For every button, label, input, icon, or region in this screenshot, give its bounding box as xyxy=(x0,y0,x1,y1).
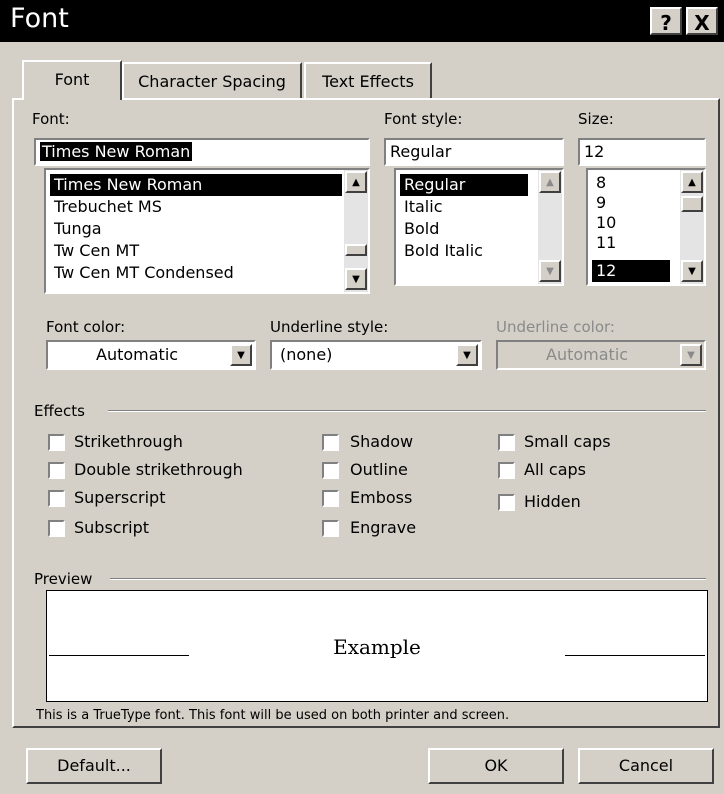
subscript-label[interactable]: Subscript xyxy=(74,518,149,537)
chevron-down-icon[interactable]: ▼ xyxy=(230,344,252,366)
size-input[interactable]: 12 xyxy=(578,138,706,166)
subscript-checkbox[interactable] xyxy=(48,520,65,537)
size-list-item[interactable]: 9 xyxy=(592,192,610,214)
font-style-input-value: Regular xyxy=(390,142,452,161)
scroll-thumb[interactable] xyxy=(345,244,367,256)
ok-button[interactable]: OK xyxy=(428,748,564,784)
font-dialog: Font ? X Font Character Spacing Text Eff… xyxy=(0,0,724,794)
double-strikethrough-checkbox[interactable] xyxy=(48,462,65,479)
effects-group-label: Effects xyxy=(34,402,85,420)
font-list-item[interactable]: Tw Cen MT xyxy=(50,240,143,262)
scroll-up-icon[interactable]: ▲ xyxy=(345,171,367,193)
font-color-select[interactable]: Automatic ▼ xyxy=(46,340,256,370)
font-color-label: Font color: xyxy=(46,318,126,336)
scroll-up-icon[interactable]: ▲ xyxy=(681,171,703,193)
size-list[interactable]: 8 9 10 11 12 ▲ ▼ xyxy=(586,168,706,286)
small-caps-label[interactable]: Small caps xyxy=(524,432,611,451)
scroll-thumb[interactable] xyxy=(681,196,703,212)
close-button[interactable]: X xyxy=(686,7,718,35)
preview-box: Example xyxy=(46,590,708,702)
title-bar[interactable]: Font ? X xyxy=(0,0,724,42)
font-list-item[interactable]: Times New Roman xyxy=(50,174,342,196)
font-style-list-item[interactable]: Bold Italic xyxy=(400,240,487,262)
size-input-value: 12 xyxy=(584,142,605,161)
size-list-item[interactable]: 12 xyxy=(592,260,670,282)
chevron-down-icon[interactable]: ▼ xyxy=(680,344,702,366)
underline-style-value: (none) xyxy=(280,345,333,364)
double-strikethrough-label[interactable]: Double strikethrough xyxy=(74,460,243,479)
font-list-item[interactable]: Tw Cen MT Condensed xyxy=(50,262,238,284)
preview-group-label: Preview xyxy=(34,570,93,588)
font-list-item[interactable]: Trebuchet MS xyxy=(50,196,166,218)
size-list-scrollbar[interactable]: ▲ ▼ xyxy=(680,170,704,284)
preview-rule-right xyxy=(565,655,705,656)
superscript-label[interactable]: Superscript xyxy=(74,488,165,507)
font-style-list[interactable]: Regular Italic Bold Bold Italic ▲ ▼ xyxy=(394,168,564,286)
default-button-label: Default... xyxy=(57,756,131,775)
font-label: Font: xyxy=(32,110,70,128)
font-style-list-item[interactable]: Regular xyxy=(400,174,528,196)
font-style-list-item[interactable]: Bold xyxy=(400,218,443,240)
chevron-down-icon[interactable]: ▼ xyxy=(456,344,478,366)
emboss-checkbox[interactable] xyxy=(322,490,339,507)
tab-character-spacing[interactable]: Character Spacing xyxy=(122,62,302,100)
cancel-button[interactable]: Cancel xyxy=(578,748,714,784)
preview-divider xyxy=(110,578,706,580)
font-style-label: Font style: xyxy=(384,110,463,128)
small-caps-checkbox[interactable] xyxy=(498,434,515,451)
size-label: Size: xyxy=(578,110,614,128)
cancel-button-label: Cancel xyxy=(618,756,674,775)
strikethrough-label[interactable]: Strikethrough xyxy=(74,432,183,451)
preview-note: This is a TrueType font. This font will … xyxy=(36,708,510,723)
tab-character-spacing-label: Character Spacing xyxy=(138,72,286,91)
size-list-item[interactable]: 8 xyxy=(592,172,610,194)
dialog-title: Font xyxy=(10,3,69,34)
underline-style-select[interactable]: (none) ▼ xyxy=(270,340,482,370)
font-style-list-scrollbar[interactable]: ▲ ▼ xyxy=(538,170,562,284)
scroll-up-icon[interactable]: ▲ xyxy=(539,171,561,193)
emboss-label[interactable]: Emboss xyxy=(350,488,412,507)
font-input[interactable]: Times New Roman xyxy=(34,138,370,166)
font-color-value: Automatic xyxy=(96,345,179,364)
scroll-down-icon[interactable]: ▼ xyxy=(539,260,561,282)
tab-text-effects[interactable]: Text Effects xyxy=(304,62,432,100)
tab-text-effects-label: Text Effects xyxy=(322,72,414,91)
tab-font-label: Font xyxy=(54,70,90,89)
underline-color-value: Automatic xyxy=(546,345,629,364)
hidden-checkbox[interactable] xyxy=(498,494,515,511)
underline-color-label: Underline color: xyxy=(496,318,615,336)
default-button[interactable]: Default... xyxy=(26,748,162,784)
size-list-item[interactable]: 11 xyxy=(592,232,620,254)
strikethrough-checkbox[interactable] xyxy=(48,434,65,451)
font-list[interactable]: Times New Roman Trebuchet MS Tunga Tw Ce… xyxy=(44,168,370,294)
shadow-checkbox[interactable] xyxy=(322,434,339,451)
outline-label[interactable]: Outline xyxy=(350,460,408,479)
font-style-input[interactable]: Regular xyxy=(384,138,564,166)
shadow-label[interactable]: Shadow xyxy=(350,432,413,451)
all-caps-label[interactable]: All caps xyxy=(524,460,586,479)
tab-font[interactable]: Font xyxy=(22,60,122,100)
superscript-checkbox[interactable] xyxy=(48,490,65,507)
scroll-down-icon[interactable]: ▼ xyxy=(681,260,703,282)
hidden-label[interactable]: Hidden xyxy=(524,492,581,511)
engrave-checkbox[interactable] xyxy=(322,520,339,537)
effects-divider xyxy=(108,410,706,412)
font-list-scrollbar[interactable]: ▲ ▼ xyxy=(344,170,368,292)
ok-button-label: OK xyxy=(484,756,508,775)
outline-checkbox[interactable] xyxy=(322,462,339,479)
all-caps-checkbox[interactable] xyxy=(498,462,515,479)
font-input-value: Times New Roman xyxy=(40,142,193,161)
underline-style-label: Underline style: xyxy=(270,318,389,336)
scroll-down-icon[interactable]: ▼ xyxy=(345,268,367,290)
engrave-label[interactable]: Engrave xyxy=(350,518,416,537)
font-style-list-item[interactable]: Italic xyxy=(400,196,446,218)
size-list-item[interactable]: 10 xyxy=(592,212,620,234)
font-list-item[interactable]: Tunga xyxy=(50,218,106,240)
help-button[interactable]: ? xyxy=(650,7,682,35)
underline-color-select[interactable]: Automatic ▼ xyxy=(496,340,706,370)
